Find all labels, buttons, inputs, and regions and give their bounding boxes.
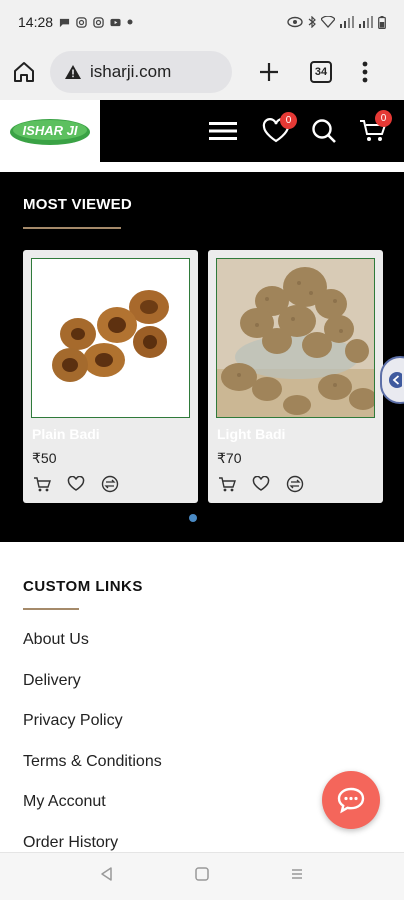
home-button[interactable] [12,60,36,84]
plain-badi-photo [32,259,189,417]
product-name[interactable]: Plain Badi [32,426,100,442]
site-header: ISHAR JI 0 0 [0,100,404,162]
back-icon [101,867,113,881]
svg-text:ISHAR JI: ISHAR JI [23,123,78,138]
status-time: 14:28 [18,14,54,30]
product-actions [217,474,305,494]
address-bar[interactable]: isharji.com [50,51,232,93]
chevron-icon [389,372,402,388]
header-gap [0,162,404,172]
product-card[interactable]: Light Badi ₹70 [208,250,383,503]
instagram-icon [93,16,104,28]
warning-icon[interactable] [64,64,82,80]
heart-icon [252,476,270,491]
wifi-icon [321,16,335,28]
link-delivery[interactable]: Delivery [23,672,81,690]
title-underline [23,608,79,610]
search-button[interactable] [308,100,340,162]
site-logo[interactable]: ISHAR JI [0,100,100,162]
add-to-wishlist-button[interactable] [66,474,86,494]
tabs-button[interactable]: 34 [310,61,332,83]
eye-icon [287,16,303,28]
wishlist-button[interactable]: 0 [259,100,297,162]
title-underline [23,227,121,229]
battery-icon [378,15,386,29]
link-terms-conditions[interactable]: Terms & Conditions [23,753,162,771]
link-order-history[interactable]: Order History [23,834,118,852]
carousel-dot[interactable] [189,514,197,522]
carousel-next-button[interactable] [380,356,404,404]
cart-count-badge: 0 [375,110,392,127]
bluetooth-icon [308,16,316,28]
back-button[interactable] [99,866,115,887]
recents-button[interactable] [289,866,305,887]
most-viewed-title: MOST VIEWED [23,196,132,213]
isharji-logo: ISHAR JI [10,119,90,145]
browser-menu-button[interactable] [362,61,368,83]
search-icon [312,119,336,143]
cart-icon [218,476,236,491]
chat-icon [337,787,365,814]
recents-icon [291,869,302,879]
compare-icon [286,475,304,493]
product-card[interactable]: Plain Badi ₹50 [23,250,198,503]
compare-button[interactable] [100,474,120,494]
cart-button[interactable]: 0 [356,100,392,162]
product-price: ₹70 [217,450,242,466]
browser-bar: isharji.com 34 [0,44,404,100]
add-to-cart-button[interactable] [217,474,237,494]
compare-icon [101,475,119,493]
product-name[interactable]: Light Badi [217,426,285,442]
heart-icon [67,476,85,491]
chat-button[interactable] [322,771,380,829]
status-left: 14:28 [18,14,133,30]
new-tab-button[interactable] [258,61,280,83]
product-image[interactable] [216,258,375,418]
system-nav-bar [0,852,404,900]
light-badi-photo [217,259,374,417]
add-to-cart-button[interactable] [32,474,52,494]
product-image[interactable] [31,258,190,418]
chat-icon [59,18,70,27]
youtube-icon [110,18,121,26]
signal-icon [340,16,354,28]
tab-count: 34 [310,61,332,83]
hamburger-icon [209,122,237,140]
instagram-icon [76,16,87,28]
product-actions [32,474,120,494]
home-nav-button[interactable] [194,866,210,887]
link-about-us[interactable]: About Us [23,631,89,649]
status-right [287,15,386,29]
square-icon [195,867,209,881]
plus-icon [260,63,278,81]
signal-icon [359,16,373,28]
more-vertical-icon [362,61,368,83]
custom-links-title: CUSTOM LINKS [23,578,143,595]
product-price: ₹50 [32,450,57,466]
link-privacy-policy[interactable]: Privacy Policy [23,712,123,730]
status-bar: 14:28 [0,0,404,44]
most-viewed-section: MOST VIEWED Plain Badi ₹50 Light Badi ₹7… [0,172,404,542]
home-icon [14,62,34,82]
link-my-account[interactable]: My Acconut [23,793,106,811]
wishlist-count-badge: 0 [280,112,297,129]
compare-button[interactable] [285,474,305,494]
cart-icon [33,476,51,491]
url-text[interactable]: isharji.com [90,62,171,82]
dot-icon [127,19,133,25]
menu-button[interactable] [206,100,240,162]
add-to-wishlist-button[interactable] [251,474,271,494]
